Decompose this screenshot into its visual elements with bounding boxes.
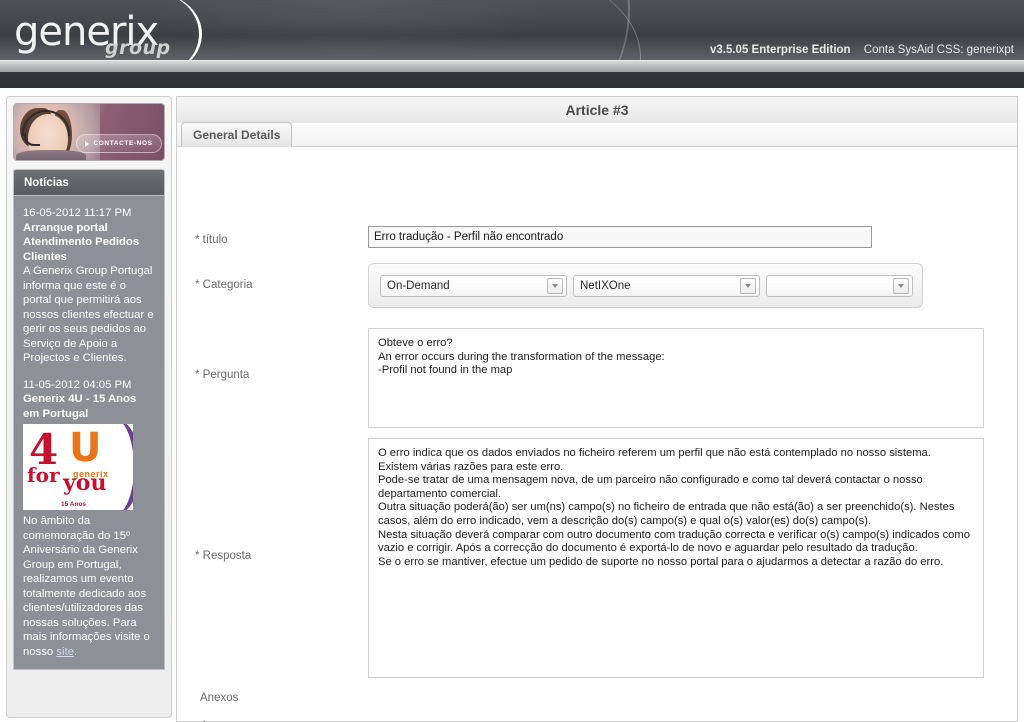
- version-label: v3.5.05 Enterprise Edition: [709, 44, 851, 56]
- generix-logo[interactable]: generix group: [10, 0, 260, 60]
- chevron-down-icon[interactable]: [740, 278, 756, 294]
- news-site-link[interactable]: site: [56, 646, 74, 658]
- pergunta-label: * Pergunta: [195, 369, 250, 381]
- resposta-label: * Resposta: [195, 550, 252, 562]
- logo4u-letter-u: U: [69, 425, 102, 471]
- tab-label: General Details: [193, 128, 281, 142]
- categoria-select-1[interactable]: On-Demand: [380, 275, 567, 297]
- categoria-group: On-Demand NetIXOne: [368, 263, 923, 308]
- header-silver-stripe: [0, 60, 1024, 72]
- tab-strip: General Details: [176, 122, 1018, 147]
- news-item-date: 11-05-2012 04:05 PM: [23, 378, 132, 391]
- chevron-down-icon[interactable]: [893, 278, 909, 294]
- contact-us-label: CONTACTE-NOS: [93, 140, 153, 147]
- header-meta: v3.5.05 Enterprise Edition Conta SysAid …: [710, 44, 1014, 56]
- news-item-text: No âmbito da comemoração do 15º Aniversá…: [23, 514, 155, 659]
- titulo-input[interactable]: [368, 226, 872, 248]
- news-item-text: A Generix Group Portugal informa que est…: [23, 265, 154, 364]
- news-item-title: Generix 4U - 15 Anos em Portugal: [23, 393, 137, 420]
- news-text-before-link: No âmbito da comemoração do 15º Aniversá…: [23, 515, 150, 658]
- logo4u-anos: 15 Anos: [61, 501, 87, 508]
- news-item-date: 16-05-2012 11:17 PM: [23, 207, 132, 219]
- news-panel: Notícias 16-05-2012 11:17 PM Arranque po…: [13, 169, 165, 670]
- categoria-select-2-value: NetIXOne: [580, 280, 631, 292]
- play-triangle-icon: [85, 140, 90, 147]
- titulo-label: * título: [195, 234, 228, 246]
- main-content: Article #3 General Details * título * Ca…: [176, 96, 1018, 722]
- categoria-label: * Categoria: [195, 279, 253, 291]
- news-item: 16-05-2012 11:17 PM Arranque portal Aten…: [23, 206, 155, 366]
- agent-body: [16, 150, 86, 160]
- header-swoosh-decoration-2: [394, 0, 646, 60]
- news-item: 11-05-2012 04:05 PM Generix 4U - 15 Anos…: [23, 378, 155, 660]
- resposta-textarea[interactable]: O erro indica que os dados enviados no f…: [368, 438, 984, 678]
- anexos-label: Anexos: [200, 692, 239, 704]
- logo4u-for: for: [27, 463, 60, 487]
- app-window: generix group v3.5.05 Enterprise Edition…: [0, 0, 1024, 722]
- contact-us-banner[interactable]: CONTACTE-NOS: [13, 103, 165, 161]
- news-panel-header: Notícias: [14, 170, 164, 196]
- categoria-select-1-value: On-Demand: [387, 280, 450, 292]
- tab-general-details[interactable]: General Details: [181, 122, 293, 147]
- logo-subtext: group: [105, 37, 171, 59]
- news-text-after-link: .: [73, 645, 78, 658]
- generix-4u-logo-image: 4 U generix for you 15 Anos: [23, 424, 133, 510]
- logo4u-you: you: [63, 470, 107, 496]
- contact-us-button[interactable]: CONTACTE-NOS: [76, 134, 162, 153]
- account-label: Conta SysAid CSS: generixpt: [863, 44, 1014, 56]
- pergunta-textarea[interactable]: Obteve o erro? An error occurs during th…: [368, 328, 984, 428]
- page-title: Article #3: [565, 102, 629, 118]
- news-panel-body: 16-05-2012 11:17 PM Arranque portal Aten…: [14, 196, 164, 669]
- categoria-select-2[interactable]: NetIXOne: [573, 275, 760, 297]
- categoria-select-3[interactable]: [766, 275, 913, 297]
- news-panel-title: Notícias: [24, 176, 69, 189]
- article-title-bar: Article #3: [176, 96, 1018, 123]
- app-header: generix group v3.5.05 Enterprise Edition…: [0, 0, 1024, 60]
- top-navbar: [0, 72, 1024, 88]
- news-item-title: Arranque portal Atendimento Pedidos Clie…: [23, 221, 140, 263]
- chevron-down-icon[interactable]: [547, 278, 563, 294]
- article-form: * título * Categoria On-Demand NetIXOne: [176, 147, 1018, 722]
- left-sidebar: CONTACTE-NOS Notícias 16-05-2012 11:17 P…: [6, 96, 172, 718]
